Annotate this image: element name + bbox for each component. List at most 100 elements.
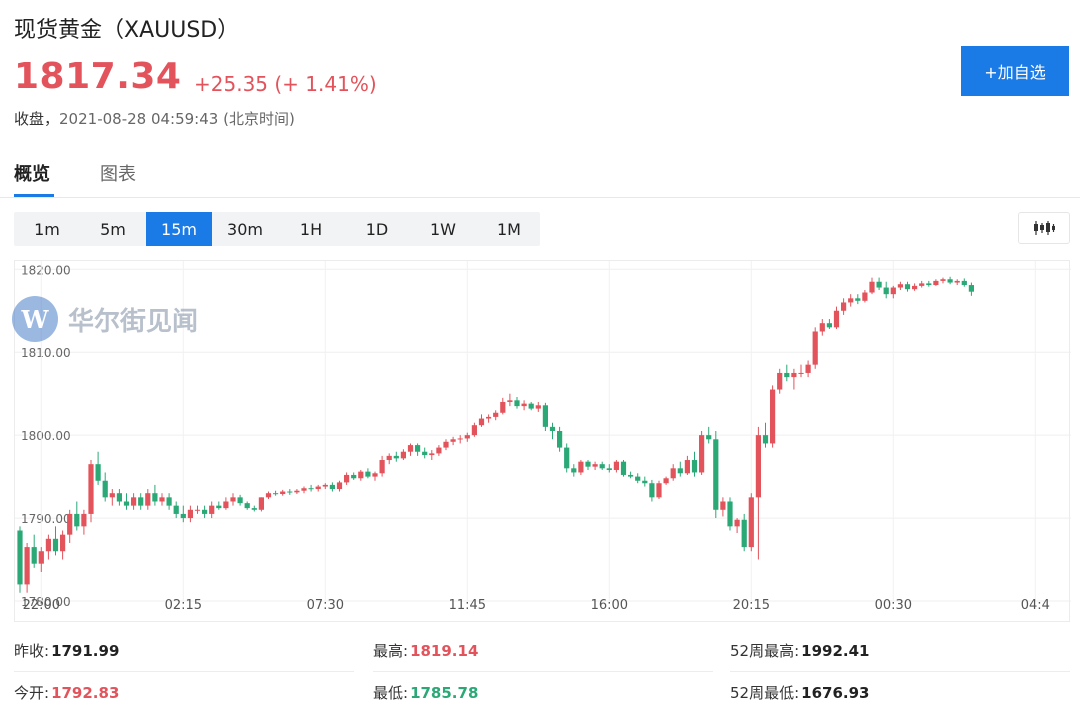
candle-body [741, 519, 747, 548]
candle-body [407, 445, 414, 452]
x-tick-label: 02:15 [165, 598, 202, 613]
candle-body [812, 331, 818, 365]
candle-body [429, 453, 435, 456]
candle-body [571, 468, 577, 473]
stat-label: 最低: [373, 684, 409, 702]
candle-body [755, 435, 761, 498]
candle-body [223, 501, 229, 509]
candle-body [393, 455, 399, 459]
candle-body [784, 372, 790, 378]
price-change: +25.35 (+ 1.41%) [194, 72, 377, 96]
candle-body [273, 493, 279, 495]
stat-value: 1791.99 [51, 642, 120, 660]
candle-body [549, 426, 556, 431]
candle-body [940, 279, 946, 281]
candle-body [869, 281, 875, 293]
candle-body [833, 310, 840, 328]
divider [14, 671, 354, 672]
candle-body [329, 484, 335, 490]
candle-body [493, 412, 499, 417]
candle-body [358, 471, 364, 479]
chart-type-button[interactable] [1018, 212, 1070, 244]
watermark-logo: W [12, 296, 58, 342]
candle-body [919, 283, 925, 286]
period-1h[interactable]: 1H [278, 212, 344, 246]
candle-body [819, 323, 825, 332]
candlestick-icon [1034, 221, 1055, 235]
period-30m[interactable]: 30m [212, 212, 278, 246]
candle-body [507, 400, 513, 402]
candle-body [564, 447, 570, 469]
candle-body [514, 400, 520, 407]
candle-body [684, 460, 690, 474]
candle-body [599, 464, 605, 469]
stat-prev-close: 昨收: 1791.99 [14, 640, 119, 661]
divider [373, 671, 713, 672]
period-1mo[interactable]: 1M [476, 212, 542, 246]
candle-body [308, 488, 314, 490]
candle-body [720, 501, 726, 510]
candle-body [912, 285, 918, 290]
stat-value: 1992.41 [801, 642, 870, 660]
period-15m[interactable]: 15m [146, 212, 212, 246]
candle-body [422, 451, 428, 456]
y-tick-label: 1820.00 [21, 263, 71, 277]
x-tick-label: 04:4 [1021, 598, 1050, 613]
candle-body [542, 405, 548, 427]
candle-body [933, 280, 939, 286]
candle-body [67, 513, 73, 535]
divider [730, 671, 1070, 672]
candle-body [415, 445, 421, 452]
watermark: W 华尔街见闻 [12, 296, 198, 342]
candle-body [280, 491, 286, 495]
candle-body [464, 435, 470, 439]
stat-value: 1676.93 [801, 684, 870, 702]
candle-body [670, 468, 676, 479]
candle-body [109, 493, 115, 498]
candle-body [31, 547, 37, 564]
period-1w[interactable]: 1W [410, 212, 476, 246]
candle-body [727, 501, 733, 527]
stat-low: 最低: 1785.78 [373, 682, 478, 703]
candle-body [585, 461, 591, 467]
candle-body [947, 279, 953, 283]
candle-body [180, 513, 186, 519]
candle-body [365, 471, 371, 477]
candle-body [116, 493, 122, 502]
period-1d[interactable]: 1D [344, 212, 410, 246]
candle-body [166, 497, 172, 506]
candle-body [890, 287, 896, 295]
period-1m[interactable]: 1m [14, 212, 80, 246]
stat-label: 52周最低: [730, 684, 800, 702]
add-watchlist-button[interactable]: +加自选 [961, 46, 1069, 96]
candle-body [244, 503, 250, 509]
candle-body [315, 486, 321, 490]
stat-high: 最高: 1819.14 [373, 640, 478, 661]
candle-body [81, 513, 87, 527]
stat-label: 昨收: [14, 642, 50, 660]
close-info: 收盘，2021-08-28 04:59:43 (北京时间) [14, 108, 295, 129]
candle-body [74, 513, 80, 527]
candle-body [620, 461, 627, 475]
candle-body [613, 461, 619, 470]
candle-body [400, 451, 406, 459]
stat-label: 今开: [14, 684, 50, 702]
tab-chart[interactable]: 图表 [100, 160, 136, 186]
period-5m[interactable]: 5m [80, 212, 146, 246]
x-tick-label: 22:00 [23, 598, 60, 613]
candle-body [535, 405, 541, 409]
stat-value: 1792.83 [51, 684, 120, 702]
tab-bar: 概览 图表 [0, 156, 1080, 198]
active-tab-indicator [14, 194, 54, 197]
candle-body [230, 497, 236, 502]
candle-body [386, 455, 392, 461]
candle-body [322, 484, 328, 487]
candle-body [187, 509, 193, 519]
candle-body [102, 480, 108, 498]
candle-body [24, 547, 30, 585]
tab-overview[interactable]: 概览 [14, 160, 50, 186]
candle-body [677, 468, 683, 474]
candle-body [606, 468, 612, 470]
candle-body [287, 491, 293, 493]
candle-body [706, 435, 712, 440]
